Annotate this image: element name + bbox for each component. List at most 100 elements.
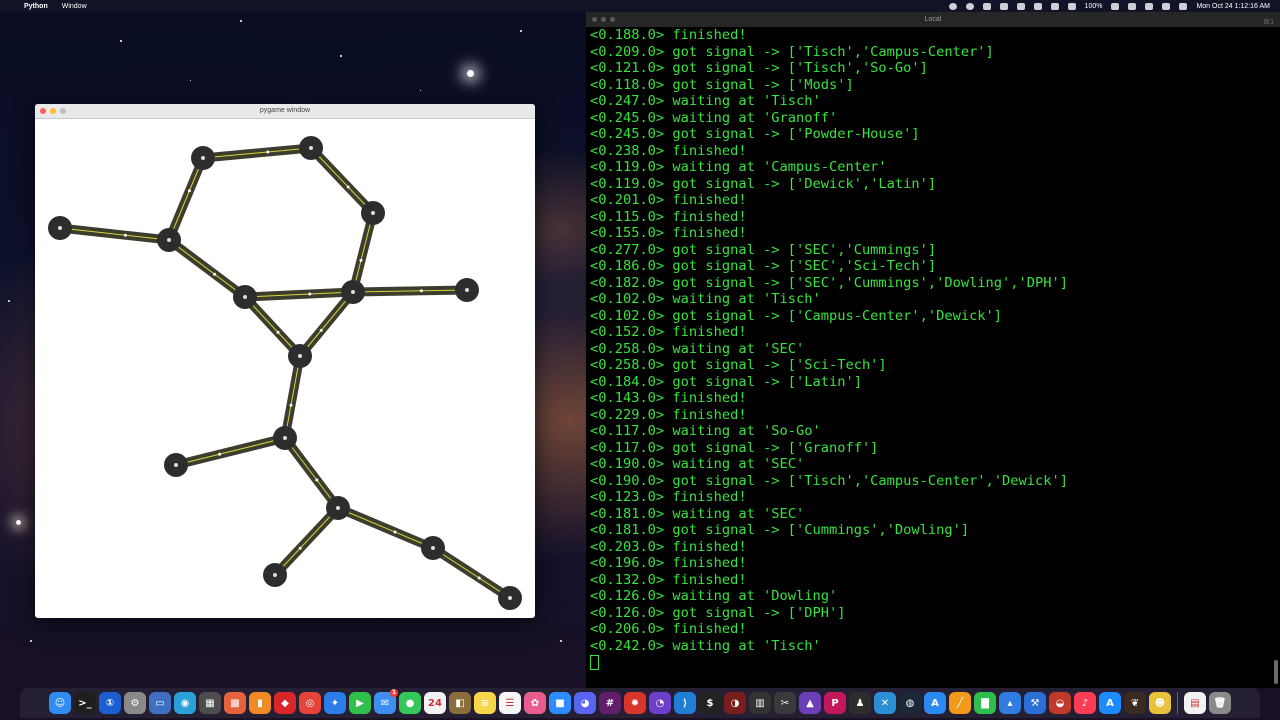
photos-icon[interactable]: ✿ [524, 692, 546, 714]
pages-icon[interactable]: ╱ [949, 692, 971, 714]
terminal-line: <0.229.0> finished! [590, 406, 747, 423]
finder-icon[interactable]: ☺ [49, 692, 71, 714]
keynote-icon[interactable]: ▴ [999, 692, 1021, 714]
browser-icon[interactable]: ◉ [174, 692, 196, 714]
terminal-scrollbar[interactable] [1274, 660, 1278, 684]
affinity-glyph: ▲ [806, 697, 814, 709]
zoom-icon[interactable]: ■ [549, 692, 571, 714]
launchpad-icon[interactable]: ▩ [224, 692, 246, 714]
final-cut-icon[interactable]: ✂ [774, 692, 796, 714]
affinity-icon[interactable]: ▲ [799, 692, 821, 714]
graph-node-center [174, 463, 178, 467]
steam-icon[interactable]: ◍ [899, 692, 921, 714]
terminal-zoom-button[interactable] [610, 17, 615, 22]
iterm-icon[interactable]: $ [699, 692, 721, 714]
zoom-button[interactable] [60, 108, 66, 114]
app-yellow-icon[interactable]: ☻ [1149, 692, 1171, 714]
minimize-button[interactable] [50, 108, 56, 114]
status-eject-icon[interactable] [1050, 2, 1059, 10]
chrome-icon[interactable]: ◎ [299, 692, 321, 714]
terminal-line: <0.152.0> finished! [590, 324, 747, 340]
status-screen-icon[interactable] [1128, 2, 1137, 10]
facetime-glyph: ▶ [356, 697, 364, 709]
close-button[interactable] [40, 108, 46, 114]
terminal-line: <0.119.0> waiting at 'Campus-Center' [590, 159, 887, 175]
terminal-titlebar[interactable]: Local ⌘1 [586, 12, 1280, 27]
app-cake-icon[interactable]: ◒ [1049, 692, 1071, 714]
notes-app-icon[interactable]: ◧ [449, 692, 471, 714]
app-leaf-icon[interactable]: ❦ [1124, 692, 1146, 714]
music-icon[interactable]: ♪ [1074, 692, 1096, 714]
discord-icon[interactable]: ◕ [574, 692, 596, 714]
app-p-icon[interactable]: P [824, 692, 846, 714]
screen-sharing-icon[interactable]: ▭ [149, 692, 171, 714]
status-app-icon[interactable] [982, 2, 991, 10]
terminal-output[interactable]: <0.188.0> finished! <0.209.0> got signal … [586, 27, 1280, 671]
road-network-graph[interactable] [35, 118, 535, 618]
battery-icon[interactable] [1111, 2, 1120, 10]
menu-app-name[interactable]: Python [24, 3, 48, 10]
vscode-icon[interactable]: ⟩ [674, 692, 696, 714]
xcode-icon[interactable]: ⚒ [1024, 692, 1046, 714]
terminal-icon[interactable]: >_ [74, 692, 96, 714]
terminal-window[interactable]: Local ⌘1 <0.188.0> finished! <0.209.0> go… [586, 12, 1280, 688]
notes-app-glyph: ◧ [455, 697, 465, 709]
notes-icon[interactable]: ≡ [474, 692, 496, 714]
facetime-icon[interactable]: ▶ [349, 692, 371, 714]
trash-icon[interactable]: 🗑 [1209, 692, 1231, 714]
messages-icon[interactable]: ● [399, 692, 421, 714]
document-glyph: ▤ [1190, 697, 1200, 709]
terminal-prompt-line[interactable] [590, 654, 1280, 671]
app-figure-icon[interactable]: ♟ [849, 692, 871, 714]
mail-icon[interactable]: ✉ 1 [374, 689, 398, 714]
vehicle-marker [218, 452, 222, 456]
terminal-line: <0.258.0> waiting at 'SEC' [590, 340, 805, 357]
pygame-titlebar[interactable]: pygame window [35, 104, 535, 119]
menu-window[interactable]: Window [62, 3, 87, 10]
app-store-icon[interactable]: A [924, 692, 946, 714]
battery-percent: 100% [1084, 2, 1103, 10]
graph-node-center [465, 288, 469, 292]
piano-icon[interactable]: ▥ [749, 692, 771, 714]
slack-icon[interactable]: # [599, 692, 621, 714]
status-mic-icon[interactable] [999, 2, 1008, 10]
app-red-icon[interactable]: ◑ [724, 692, 746, 714]
safari-icon[interactable]: ✦ [324, 692, 346, 714]
road-lane-line [244, 296, 301, 357]
terminal-line: <0.242.0> waiting at 'Tisch' [590, 637, 821, 654]
terminal-line: <0.117.0> waiting at 'So-Go' [590, 423, 821, 439]
github-icon[interactable]: ◔ [649, 692, 671, 714]
calculator-icon[interactable]: ▦ [199, 692, 221, 714]
numbers-icon[interactable]: ▇ [974, 692, 996, 714]
settings-gear-icon[interactable]: ✹ [624, 692, 646, 714]
app-yellow-glyph: ☻ [1154, 697, 1166, 709]
status-battery-percent-icon[interactable] [1067, 2, 1076, 10]
vehicle-marker [477, 576, 481, 580]
status-gear-icon[interactable] [965, 2, 974, 10]
road-lane-line [168, 157, 204, 241]
terminal-close-button[interactable] [592, 17, 597, 22]
star [190, 80, 191, 81]
menu-clock[interactable]: Mon Oct 24 1:12:16 AM [1196, 3, 1270, 10]
wifi-icon[interactable] [1162, 2, 1171, 10]
volume-icon[interactable] [1033, 2, 1042, 10]
terminal-line: <0.201.0> finished! [590, 192, 747, 208]
document-icon[interactable]: ▤ [1184, 692, 1206, 714]
system-settings-icon[interactable]: ⚙ [124, 692, 146, 714]
app-store-2-icon[interactable]: A [1099, 692, 1121, 714]
pdf-icon[interactable]: ◆ [274, 692, 296, 714]
reminders-icon[interactable]: ☰ [499, 692, 521, 714]
x-app-icon[interactable]: ✕ [874, 692, 896, 714]
terminal-line: <0.182.0> got signal -> ['SEC','Cummings… [590, 274, 1068, 291]
1password-icon[interactable]: ① [99, 692, 121, 714]
calendar-icon[interactable]: 24 [424, 692, 446, 714]
calendar-glyph: 24 [428, 697, 442, 709]
steam-glyph: ◍ [905, 697, 915, 709]
terminal-minimize-button[interactable] [601, 17, 606, 22]
browser-glyph: ◉ [180, 697, 190, 709]
books-icon[interactable]: ▮ [249, 692, 271, 714]
status-record-icon[interactable] [948, 2, 957, 10]
status-display-icon[interactable] [1016, 2, 1025, 10]
bluetooth-icon[interactable] [1145, 2, 1154, 10]
control-center-icon[interactable] [1179, 2, 1188, 10]
